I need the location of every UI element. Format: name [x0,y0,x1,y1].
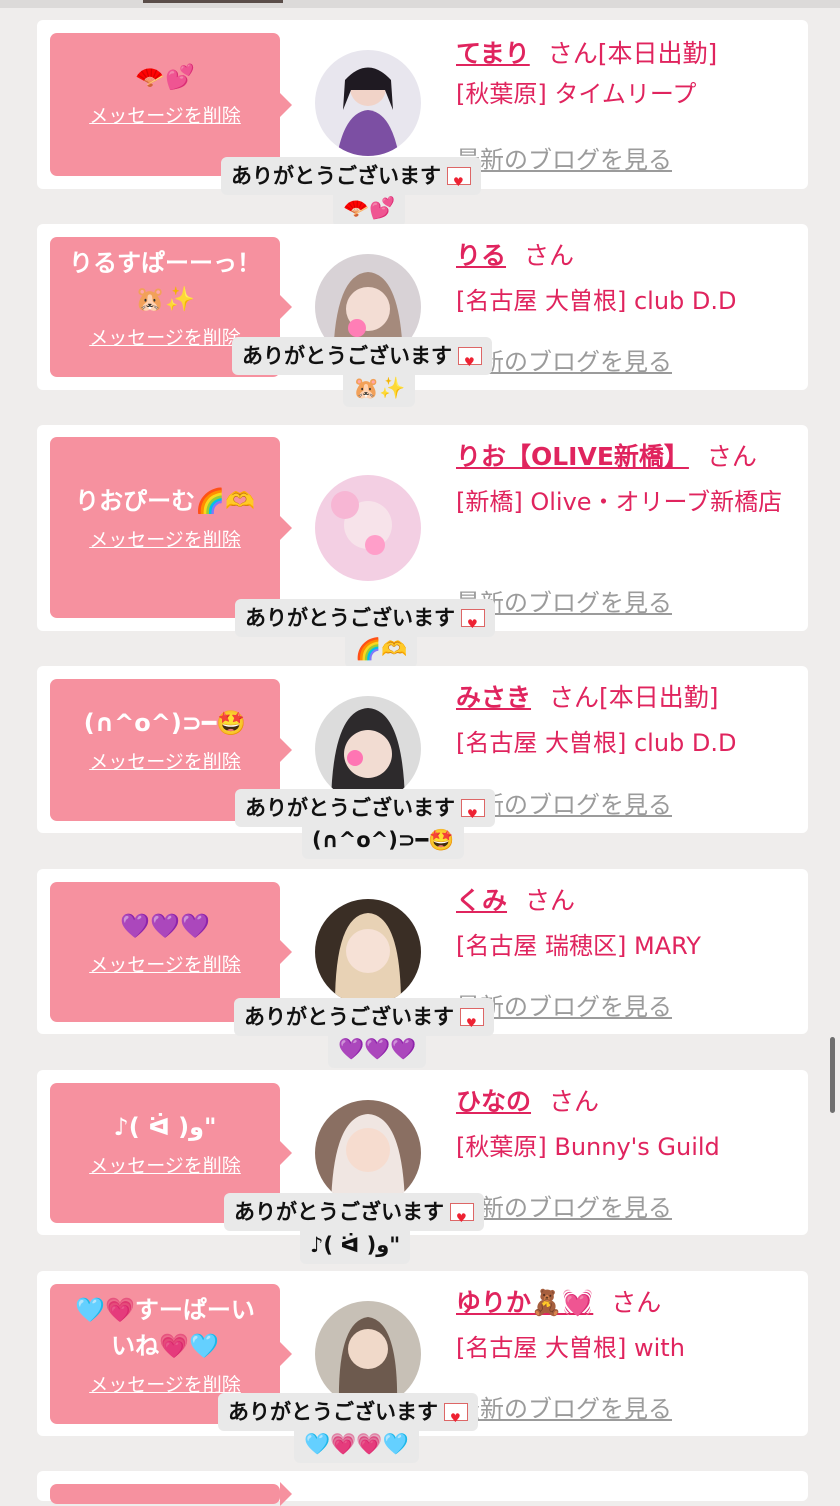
cast-info: りお【OLIVE新橋】 さん [新橋] Olive・オリーブ新橋店 [456,437,801,522]
message-text: 🪭💕 [135,63,195,91]
latest-blog-link[interactable]: 最新のブログを見る [456,1188,672,1223]
reply-emoji: (∩^o^)⊃━🤩 [302,821,465,859]
thanks-text: ありがとうございます [245,796,455,820]
message-text: りおぴーむ🌈🫶 [75,487,255,515]
cast-name-link[interactable]: りる [456,241,506,270]
delete-message-link[interactable]: メッセージを削除 [89,323,241,350]
shop-label: [名古屋 瑞穂区] MARY [456,932,701,960]
shop-label: [新橋] Olive・オリーブ新橋店 [456,488,783,516]
avatar[interactable] [315,696,421,802]
cast-name-link[interactable]: みさき [456,683,531,712]
reply-emoji: 🐹✨ [343,369,416,407]
reply-emoji: 🩵💗💗🩵 [294,1425,419,1463]
love-letter-icon [450,1201,474,1235]
avatar[interactable] [315,50,421,156]
message-bubble: 🪭💕 メッセージを削除 [50,33,292,176]
latest-blog-link[interactable]: 最新のブログを見る [456,140,672,175]
status-badge: [本日出勤] [597,39,718,68]
shop-label: [名古屋 大曽根] with [456,1334,685,1362]
cast-info: みさき さん[本日出勤] [名古屋 大曽根] club D.D [456,678,801,763]
honorific: さん [549,683,600,712]
cast-name-link[interactable]: ゆりか🧸💓 [456,1288,593,1317]
status-badge: [本日出勤] [599,683,719,712]
latest-blog-link[interactable]: 最新のブログを見る [456,1389,672,1424]
reply-emoji: 💜💜💜 [328,1030,427,1068]
thanks-text: ありがとうございます [228,1400,438,1424]
thanks-text: ありがとうございます [234,1200,444,1224]
message-bubble [50,1482,292,1506]
thanks-text: ありがとうございます [245,606,455,630]
honorific: さん [611,1288,662,1317]
cast-info: てまり さん[本日出勤] [秋葉原] タイムリープ [456,34,801,114]
cast-name-link[interactable]: ひなの [456,1087,531,1116]
reply-emoji: 🌈🫶 [345,630,418,668]
shop-label: [秋葉原] タイムリープ [456,80,697,108]
avatar[interactable] [315,475,421,581]
love-letter-icon [444,1401,468,1435]
cast-name-link[interactable]: てまり [456,39,530,68]
honorific: さん [706,442,757,471]
reply-emoji: ♪( ᐛ )و" [300,1226,411,1264]
delete-message-link[interactable]: メッセージを削除 [89,950,241,977]
honorific: さん [547,39,598,68]
shop-label: [名古屋 大曽根] club D.D [456,729,737,757]
love-letter-icon [460,1006,484,1040]
active-tab-indicator [143,0,283,3]
message-text: 🩵💗すーぱーい いね💗🩵 [75,1296,255,1360]
top-divider [0,0,840,8]
delete-message-link[interactable]: メッセージを削除 [89,1151,241,1178]
cast-info: ゆりか🧸💓 さん [名古屋 大曽根] with [456,1283,801,1368]
message-text: ♪( ᐛ )و" [113,1113,217,1141]
love-letter-icon [458,345,482,379]
avatar[interactable] [315,1100,421,1206]
love-letter-icon [461,797,485,831]
delete-message-link[interactable]: メッセージを削除 [89,1370,241,1397]
honorific: さん [525,886,576,915]
honorific: さん [524,241,575,270]
avatar[interactable] [315,1301,421,1407]
message-card-partial [37,1471,808,1506]
cast-info: くみ さん [名古屋 瑞穂区] MARY [456,881,801,966]
cast-info: りる さん [名古屋 大曽根] club D.D [456,236,801,321]
reply-emoji: 🪭💕 [333,189,406,227]
love-letter-icon [461,607,485,641]
thanks-text: ありがとうございます [231,164,441,188]
scrollbar[interactable] [830,1037,835,1113]
cast-name-link[interactable]: りお【OLIVE新橋】 [456,442,689,471]
message-text: (∩^o^)⊃━🤩 [83,709,247,737]
honorific: さん [549,1087,600,1116]
message-text: 💜💜💜 [120,912,210,940]
shop-label: [名古屋 大曽根] club D.D [456,287,737,315]
shop-label: [秋葉原] Bunny's Guild [456,1133,720,1161]
delete-message-link[interactable]: メッセージを削除 [89,525,241,552]
message-text: りるすぱーーっ！ 🐹✨ [69,249,261,313]
delete-message-link[interactable]: メッセージを削除 [89,747,241,774]
avatar[interactable] [315,899,421,1005]
cast-info: ひなの さん [秋葉原] Bunny's Guild [456,1082,801,1167]
message-bubble: りおぴーむ🌈🫶 メッセージを削除 [50,437,292,618]
cast-name-link[interactable]: くみ [456,886,507,915]
thanks-text: ありがとうございます [244,1005,454,1029]
love-letter-icon [447,165,471,199]
thanks-text: ありがとうございます [242,344,452,368]
delete-message-link[interactable]: メッセージを削除 [89,101,241,128]
